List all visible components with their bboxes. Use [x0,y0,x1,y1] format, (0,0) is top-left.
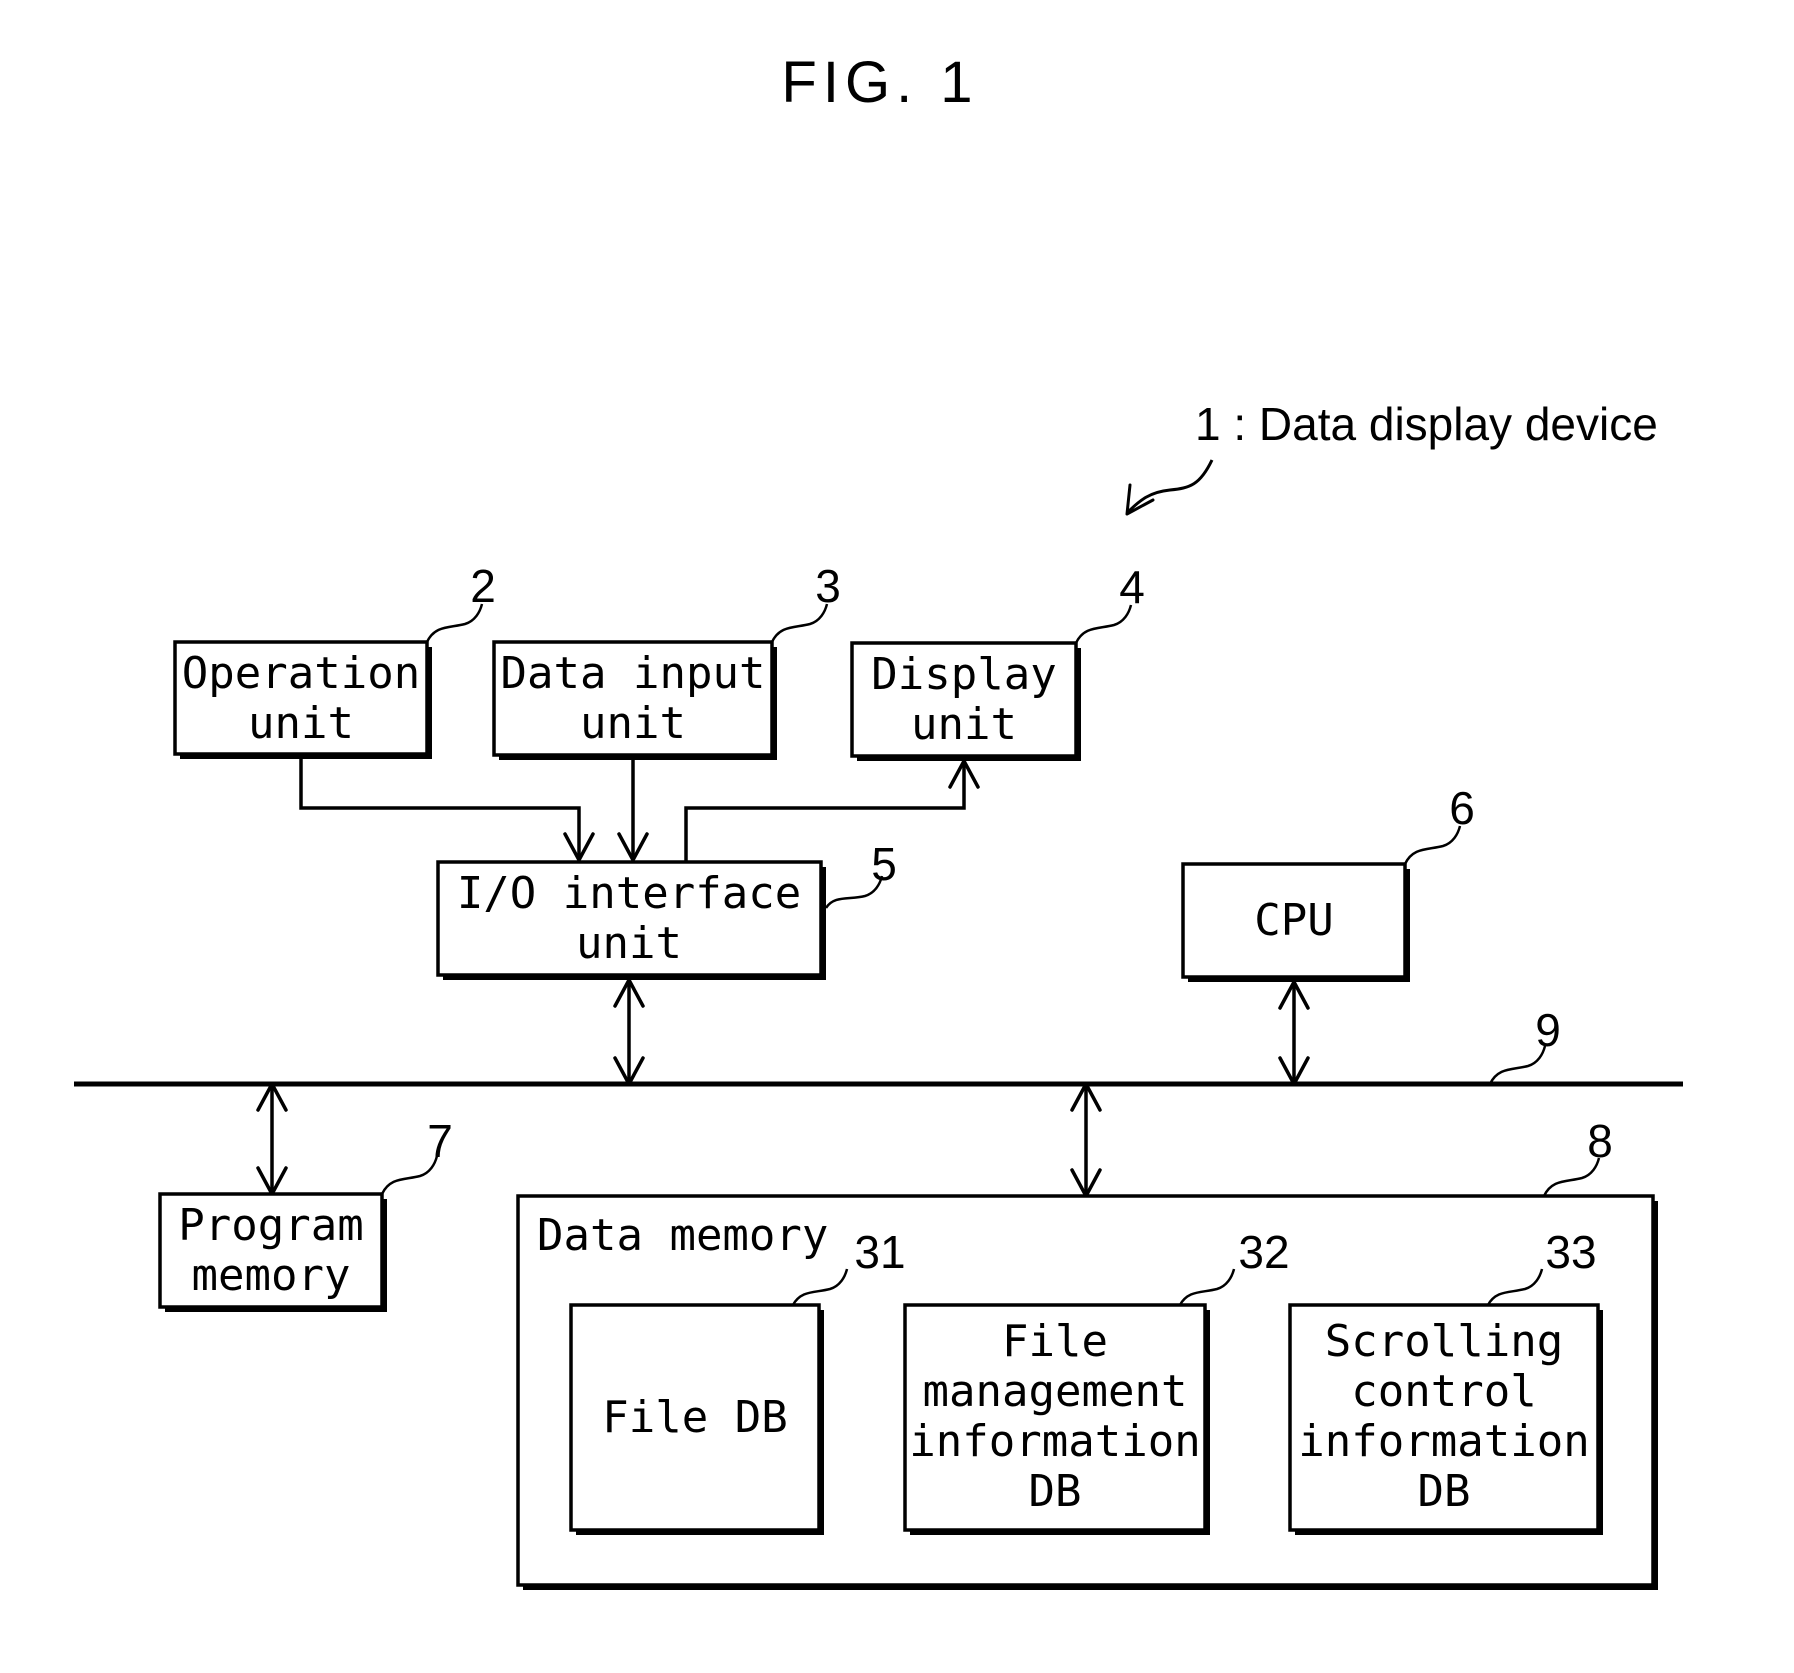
data-input-unit-label-line2: unit [580,698,686,749]
operation-unit-label-line1: Operation [182,648,420,699]
ref-number-6: 6 [1449,782,1475,834]
ref-number-7: 7 [427,1115,453,1167]
ref-number-2: 2 [470,560,496,612]
ref-number-4: 4 [1119,561,1145,613]
cpu-bus-bidirectional-arrow [1278,980,1310,1086]
scrolling-control-db-label-line2: control [1351,1366,1536,1417]
io-interface-unit-label-line2: unit [576,918,682,969]
data-input-unit-block: Data input unit [492,640,777,760]
operation-unit-block: Operation unit [173,640,432,759]
cpu-label: CPU [1254,895,1333,946]
data-memory-bus-bidirectional-arrow [1070,1082,1102,1198]
io-interface-unit-block: I/O interface unit [436,860,826,980]
program-memory-label-line1: Program [178,1200,363,1251]
io-interface-unit-label-line1: I/O interface [457,868,801,919]
data-memory-title: Data memory [537,1210,828,1261]
data-input-unit-label-line1: Data input [501,648,766,699]
file-management-db-label-line1: File [1002,1316,1108,1367]
ref-number-32: 32 [1238,1226,1289,1278]
ref-number-5: 5 [871,838,897,890]
ref-number-3: 3 [815,560,841,612]
file-management-db-label-line3: information [909,1416,1200,1467]
device-pointer-arrow-icon [1125,459,1214,516]
program-memory-label-line2: memory [192,1250,351,1301]
ref-number-31: 31 [854,1226,905,1278]
cpu-block: CPU [1181,862,1410,982]
operation-to-io-connector [299,759,595,862]
program-memory-block: Program memory [158,1192,387,1312]
operation-unit-label-line2: unit [248,698,354,749]
ref-number-9: 9 [1535,1004,1561,1056]
figure-title: FIG. 1 [781,50,978,115]
scrolling-control-db-block: Scrolling control information DB [1288,1303,1603,1535]
scrolling-control-db-label-line4: DB [1418,1466,1471,1517]
block-diagram: FIG. 1 1 : Data display device Operation… [74,50,1683,1590]
ref-number-33: 33 [1545,1226,1596,1278]
file-management-db-label-line4: DB [1029,1466,1082,1517]
scrolling-control-db-label-line3: information [1298,1416,1589,1467]
file-management-db-label-line2: management [923,1366,1188,1417]
display-unit-label-line1: Display [871,649,1056,700]
io-to-display-connector [684,759,980,862]
file-management-db-block: File management information DB [903,1303,1210,1535]
display-unit-label-line2: unit [911,699,1017,750]
file-db-label: File DB [602,1392,787,1443]
scrolling-control-db-label-line1: Scrolling [1325,1316,1563,1367]
file-db-block: File DB [569,1303,824,1535]
ref-number-8: 8 [1587,1115,1613,1167]
data-input-to-io-connector [617,760,649,862]
io-bus-bidirectional-arrow [613,978,645,1086]
display-unit-block: Display unit [850,641,1081,761]
program-memory-bus-bidirectional-arrow [256,1082,288,1196]
device-label: 1 : Data display device [1195,398,1658,450]
